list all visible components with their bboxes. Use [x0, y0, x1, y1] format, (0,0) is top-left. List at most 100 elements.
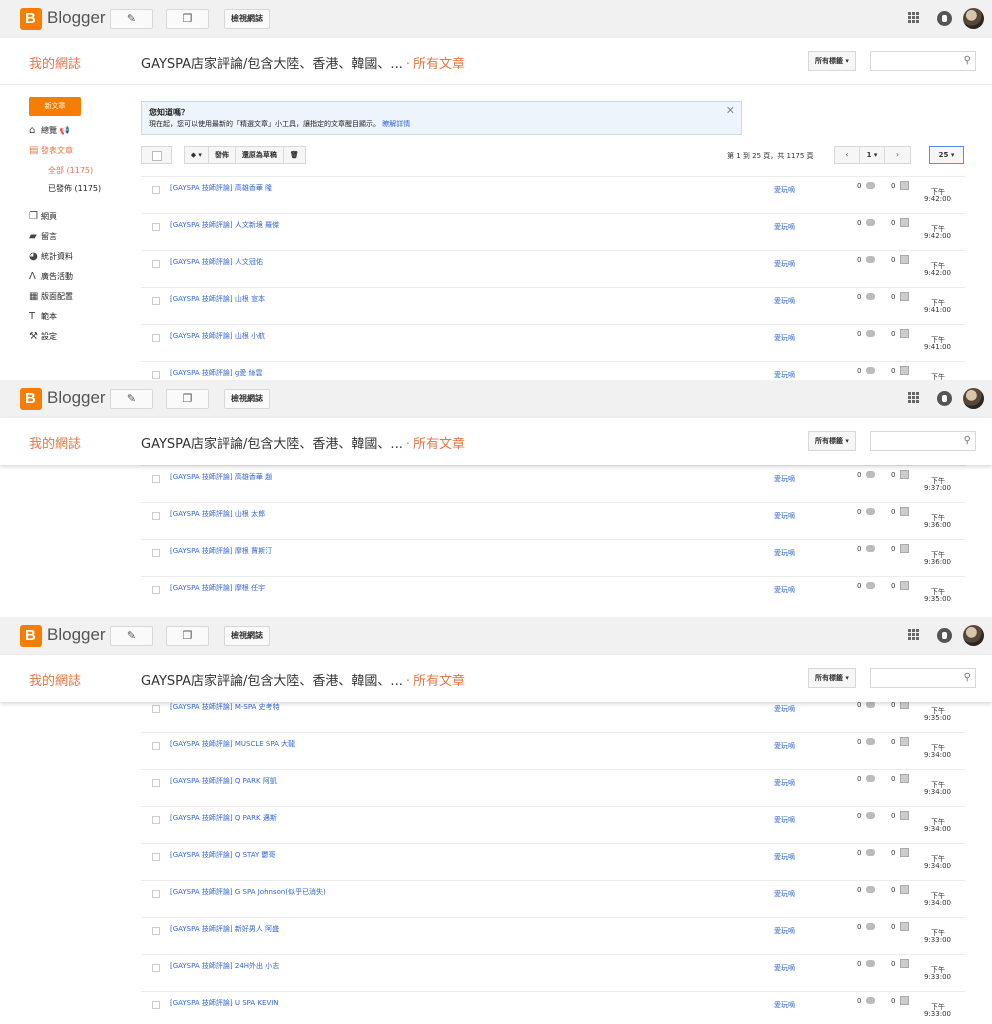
post-author-link[interactable]: 愛玩嘀 — [774, 741, 795, 751]
blogger-logo-icon[interactable]: B — [20, 8, 42, 30]
avatar[interactable] — [963, 625, 984, 646]
new-post-button[interactable]: ✎ — [110, 626, 153, 646]
row-checkbox[interactable] — [152, 186, 160, 194]
per-page-select[interactable]: 25 ▾ — [929, 146, 964, 164]
apps-grid-icon[interactable] — [908, 12, 920, 24]
blogger-logo-icon[interactable]: B — [20, 388, 42, 410]
post-title-link[interactable]: [GAYSPA 技師評論] MUSCLE SPA 大龍 — [170, 739, 295, 749]
post-author-link[interactable]: 愛玩嘀 — [774, 333, 795, 343]
row-checkbox[interactable] — [152, 890, 160, 898]
search-input[interactable]: ⚲ — [870, 51, 976, 71]
sidebar-item-stats[interactable]: ◕ 統計資料 — [29, 251, 73, 262]
new-post-button[interactable]: ✎ — [110, 9, 153, 29]
notifications-icon[interactable] — [937, 11, 952, 26]
post-title-link[interactable]: [GAYSPA 技師評論] g愛 絲雲 — [170, 368, 263, 378]
brand-name[interactable]: Blogger — [47, 625, 106, 645]
post-title-link[interactable]: [GAYSPA 技師評論] 摩根 任宇 — [170, 583, 265, 593]
new-post-button[interactable]: 新文章 — [29, 97, 81, 116]
sidebar-item-published[interactable]: 已發佈 (1175) — [48, 183, 101, 194]
post-title-link[interactable]: [GAYSPA 技師評論] Q PARK 邁斯 — [170, 813, 277, 823]
post-author-link[interactable]: 愛玩嘀 — [774, 926, 795, 936]
labels-dropdown[interactable]: 所有標籤 ▾ — [808, 668, 856, 688]
pages-button[interactable]: ❐ — [166, 626, 209, 646]
search-input[interactable]: ⚲ — [870, 668, 976, 688]
row-checkbox[interactable] — [152, 334, 160, 342]
table-row[interactable]: [GAYSPA 技師評論] 山根 太郎 愛玩嘀 0 0 下午 9:36:00 — [141, 502, 965, 539]
post-author-link[interactable]: 愛玩嘀 — [774, 474, 795, 484]
post-author-link[interactable]: 愛玩嘀 — [774, 963, 795, 973]
row-checkbox[interactable] — [152, 927, 160, 935]
post-title-link[interactable]: [GAYSPA 技師評論] 高雄香華 隆 — [170, 183, 272, 193]
table-row[interactable]: [GAYSPA 技師評論] 摩根 賈斯汀 愛玩嘀 0 0 下午 9:36:00 — [141, 539, 965, 576]
row-checkbox[interactable] — [152, 964, 160, 972]
table-row[interactable]: [GAYSPA 技師評論] 摩根 任宇 愛玩嘀 0 0 下午 9:35:00 — [141, 576, 965, 613]
post-title-link[interactable]: [GAYSPA 技師評論] Q PARK 阿凱 — [170, 776, 277, 786]
post-author-link[interactable]: 愛玩嘀 — [774, 222, 795, 232]
select-all-checkbox[interactable] — [141, 146, 172, 164]
table-row[interactable]: [GAYSPA 技師評論] Q STAY 鬱哥 愛玩嘀 0 0 下午 9:34:00 — [141, 843, 965, 880]
labels-dropdown[interactable]: 所有標籤 ▾ — [808, 51, 856, 71]
blog-name[interactable]: 我的網誌 — [29, 433, 81, 452]
post-title-link[interactable]: [GAYSPA 技師評論] G SPA Johnson(似乎已消失) — [170, 887, 326, 897]
revert-to-draft-button[interactable]: 還原為草稿 — [236, 147, 284, 163]
post-title-link[interactable]: [GAYSPA 技師評論] 山根 太郎 — [170, 509, 265, 519]
post-title-link[interactable]: [GAYSPA 技師評論] 山根 宣本 — [170, 294, 265, 304]
row-checkbox[interactable] — [152, 586, 160, 594]
row-checkbox[interactable] — [152, 297, 160, 305]
notifications-icon[interactable] — [937, 628, 952, 643]
post-author-link[interactable]: 愛玩嘀 — [774, 815, 795, 825]
sidebar-item-earnings[interactable]: Λ 廣告活動 — [29, 271, 73, 282]
trash-icon[interactable]: 🗑 — [284, 147, 305, 163]
post-title-link[interactable]: [GAYSPA 技師評論] 人文冠佑 — [170, 257, 263, 267]
post-author-link[interactable]: 愛玩嘀 — [774, 778, 795, 788]
next-page-button[interactable]: › — [885, 147, 910, 163]
learn-more-link[interactable]: 瞭解詳情 — [382, 120, 410, 128]
pages-button[interactable]: ❐ — [166, 9, 209, 29]
blog-name[interactable]: 我的網誌 — [29, 670, 81, 689]
row-checkbox[interactable] — [152, 371, 160, 379]
view-blog-button[interactable]: 檢視網誌 — [224, 389, 270, 409]
brand-name[interactable]: Blogger — [47, 388, 106, 408]
sidebar-item-layout[interactable]: ▦ 版面配置 — [29, 291, 73, 302]
page-select[interactable]: 1 ▾ — [860, 147, 885, 163]
post-title-link[interactable]: [GAYSPA 技師評論] 24H外出 小志 — [170, 961, 279, 971]
sidebar-item-theme[interactable]: T 範本 — [29, 311, 57, 322]
post-title-link[interactable]: [GAYSPA 技師評論] U SPA KEVIN — [170, 998, 279, 1008]
sidebar-item-pages[interactable]: ❐ 網頁 — [29, 211, 57, 222]
blogger-logo-icon[interactable]: B — [20, 625, 42, 647]
table-row[interactable]: [GAYSPA 技師評論] G SPA Johnson(似乎已消失) 愛玩嘀 0 0 下… — [141, 880, 965, 917]
apps-grid-icon[interactable] — [908, 629, 920, 641]
row-checkbox[interactable] — [152, 816, 160, 824]
row-checkbox[interactable] — [152, 223, 160, 231]
prev-page-button[interactable]: ‹ — [835, 147, 860, 163]
label-button[interactable]: ⬥ ▾ — [185, 147, 209, 163]
row-checkbox[interactable] — [152, 742, 160, 750]
post-title-link[interactable]: [GAYSPA 技師評論] 新好男人 阿盛 — [170, 924, 279, 934]
labels-dropdown[interactable]: 所有標籤 ▾ — [808, 431, 856, 451]
post-author-link[interactable]: 愛玩嘀 — [774, 370, 795, 380]
row-checkbox[interactable] — [152, 853, 160, 861]
sidebar-item-settings[interactable]: ⚒ 設定 — [29, 331, 57, 342]
post-title-link[interactable]: [GAYSPA 技師評論] Q STAY 鬱哥 — [170, 850, 276, 860]
notifications-icon[interactable] — [937, 391, 952, 406]
table-row[interactable]: [GAYSPA 技師評論] 山根 宣本 愛玩嘀 0 0 下午 9:41:00 — [141, 287, 965, 324]
sidebar-item-posts[interactable]: ▤ 發表文章 — [29, 145, 73, 156]
view-blog-button[interactable]: 檢視網誌 — [224, 9, 270, 29]
sidebar-item-comments[interactable]: ▰ 留言 — [29, 231, 57, 242]
post-author-link[interactable]: 愛玩嘀 — [774, 185, 795, 195]
pages-button[interactable]: ❐ — [166, 389, 209, 409]
sidebar-item-all[interactable]: 全部 (1175) — [48, 165, 93, 176]
post-author-link[interactable]: 愛玩嘀 — [774, 889, 795, 899]
post-author-link[interactable]: 愛玩嘀 — [774, 548, 795, 558]
row-checkbox[interactable] — [152, 512, 160, 520]
row-checkbox[interactable] — [152, 779, 160, 787]
apps-grid-icon[interactable] — [908, 392, 920, 404]
post-author-link[interactable]: 愛玩嘀 — [774, 259, 795, 269]
table-row[interactable]: [GAYSPA 技師評論] 人文冠佑 愛玩嘀 0 0 下午 9:42:00 — [141, 250, 965, 287]
brand-name[interactable]: Blogger — [47, 8, 106, 28]
sidebar-item-overview[interactable]: ⌂ 總覽 📢 — [29, 125, 70, 136]
blog-name[interactable]: 我的網誌 — [29, 53, 81, 72]
table-row[interactable]: [GAYSPA 技師評論] 高雄香華 隆愛玩嘀 0 0 下午 9:42:00 — [141, 176, 965, 213]
post-title-link[interactable]: [GAYSPA 技師評論] 人文新境 羅傑 — [170, 220, 279, 230]
table-row[interactable]: [GAYSPA 技師評論] 新好男人 阿盛 愛玩嘀 0 0 下午 9:33:00 — [141, 917, 965, 954]
